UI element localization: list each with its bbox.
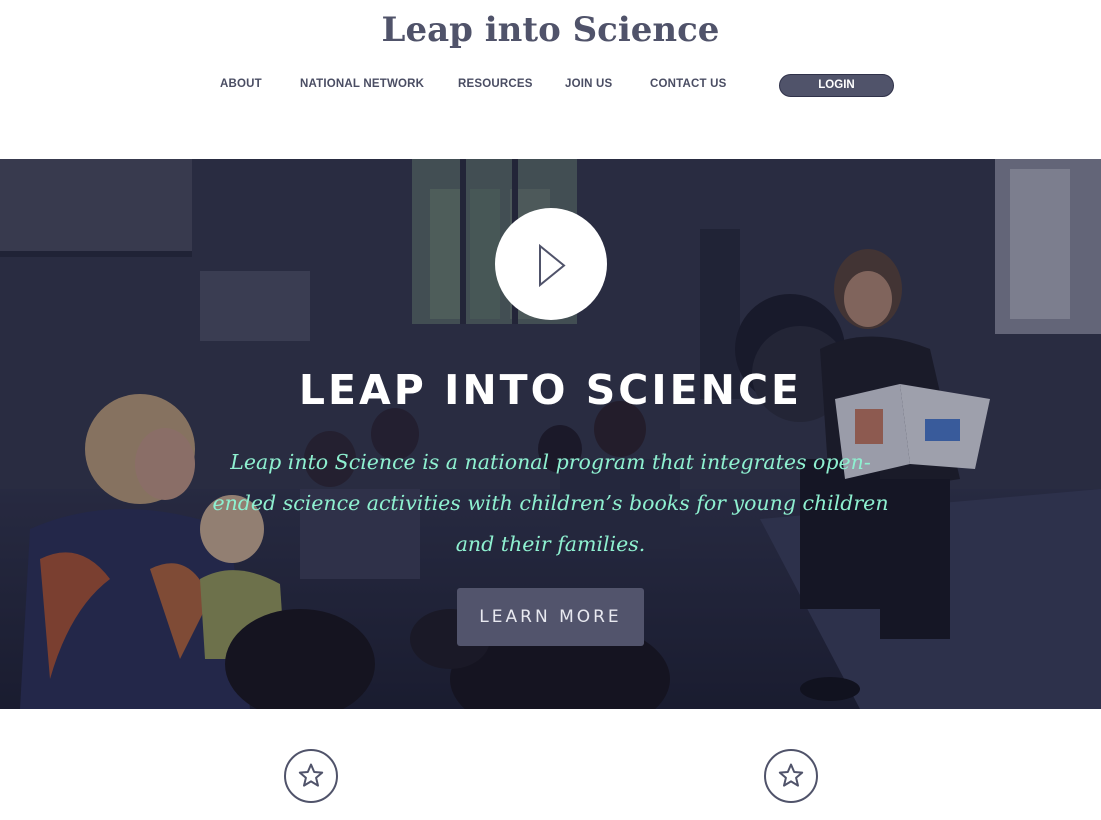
nav-item-resources[interactable]: RESOURCES	[458, 78, 533, 90]
main-nav: ABOUT NATIONAL NETWORK RESOURCES JOIN US…	[0, 78, 1101, 94]
nav-item-national-network[interactable]: NATIONAL NETWORK	[300, 78, 424, 90]
hero-description: Leap into Science is a national program …	[212, 450, 889, 556]
login-button[interactable]: LOGIN	[779, 74, 894, 97]
feature-star-icon-1	[284, 749, 338, 803]
nav-item-contact-us[interactable]: CONTACT US	[650, 78, 727, 90]
play-icon	[539, 243, 566, 288]
star-icon	[778, 763, 804, 787]
learn-more-button[interactable]: LEARN MORE	[457, 588, 644, 646]
nav-item-join-us[interactable]: JOIN US	[565, 78, 612, 90]
nav-item-about[interactable]: ABOUT	[220, 78, 262, 90]
hero-section: LEAP INTO SCIENCE Leap into Science is a…	[0, 159, 1101, 709]
hero-heading: LEAP INTO SCIENCE	[298, 366, 803, 414]
video-play-button[interactable]	[495, 208, 607, 320]
feature-star-icon-2	[764, 749, 818, 803]
site-title[interactable]: Leap into Science	[0, 10, 1101, 50]
star-icon	[298, 763, 324, 787]
